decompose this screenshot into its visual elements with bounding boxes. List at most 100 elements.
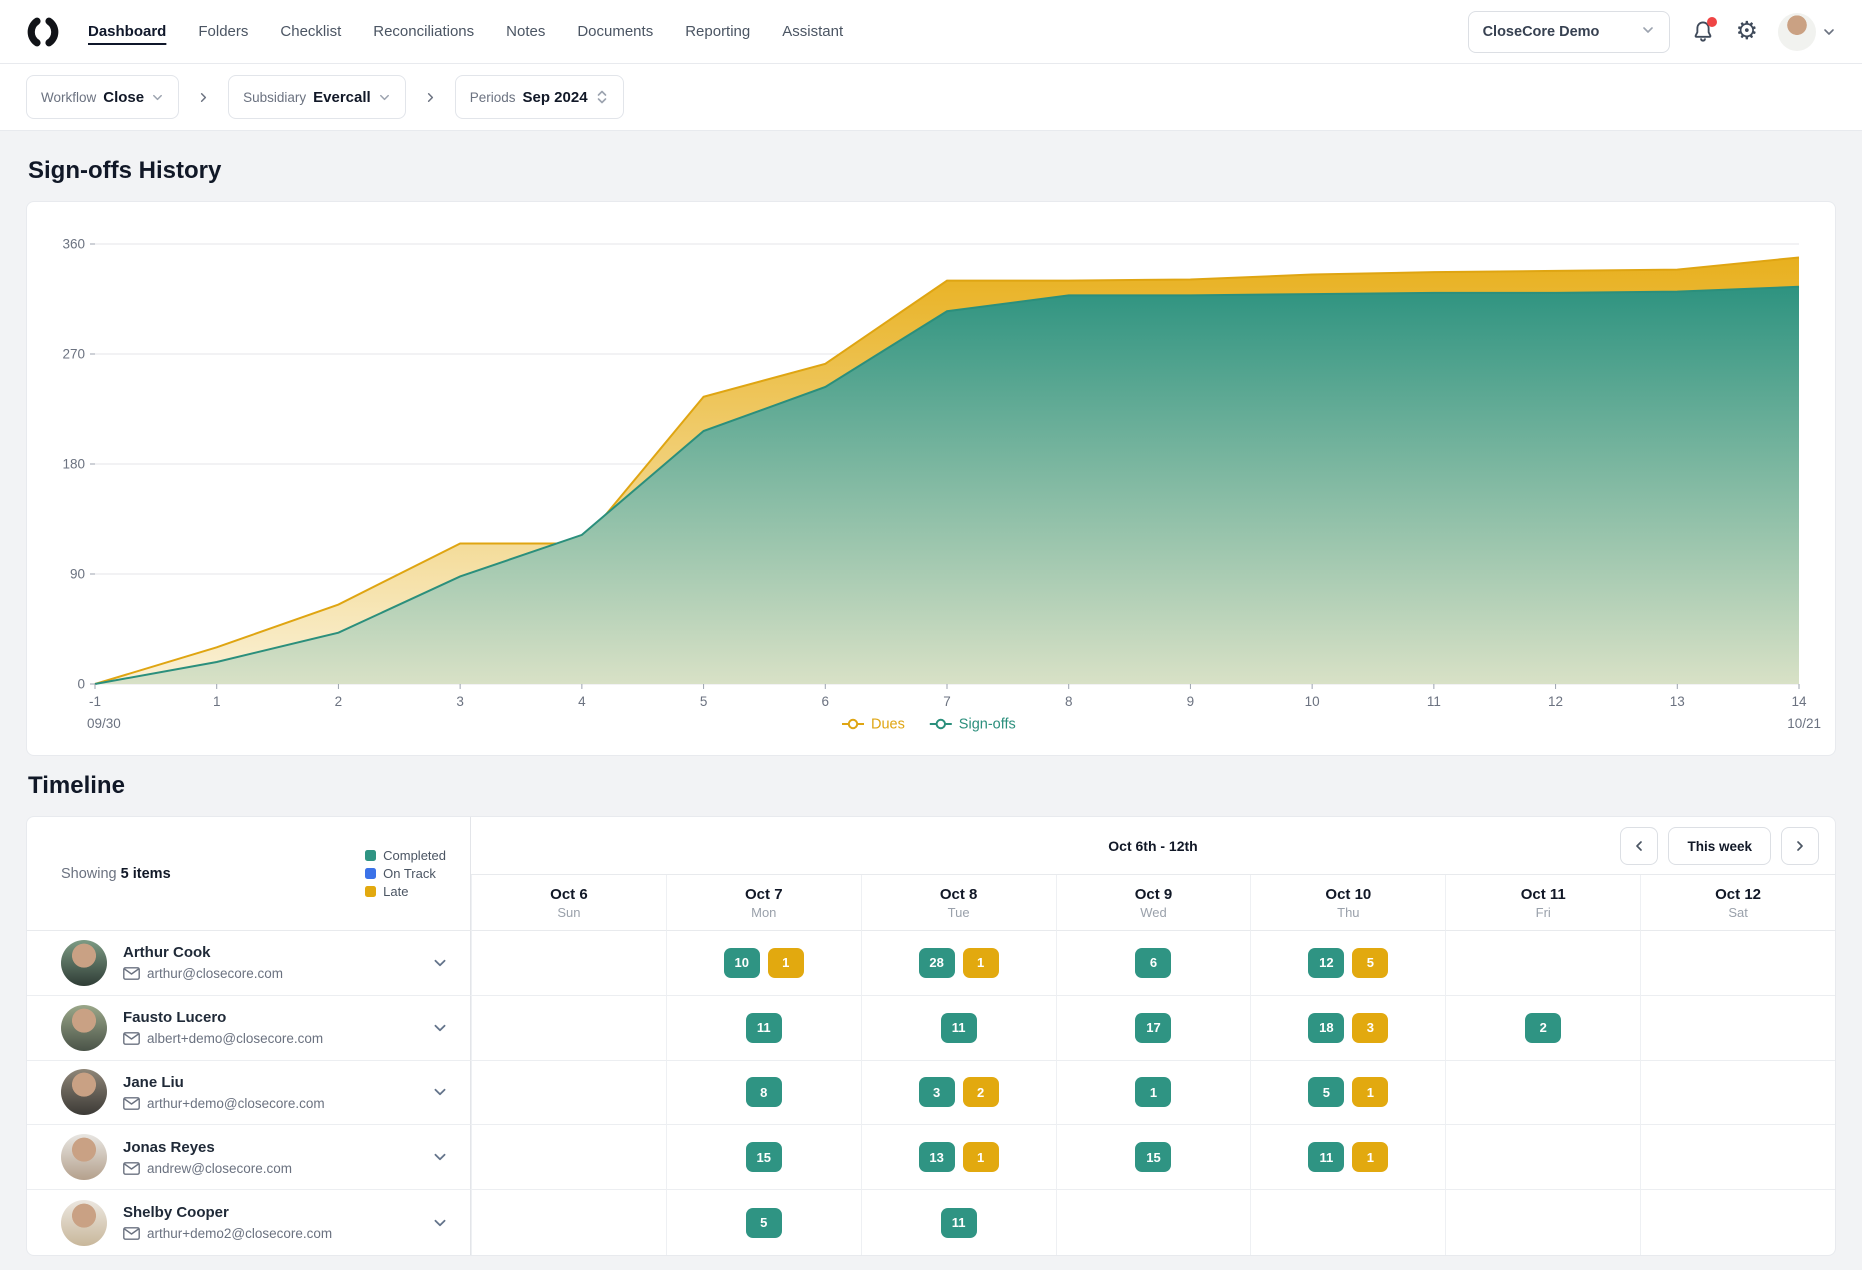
nav-item-reconciliations[interactable]: Reconciliations	[373, 23, 474, 40]
email-text: arthur+demo@closecore.com	[147, 1096, 325, 1111]
legend-item-completed: Completed	[365, 848, 446, 863]
completed-count-badge: 11	[1308, 1142, 1344, 1172]
email-text: arthur@closecore.com	[147, 966, 283, 981]
completed-count-badge: 13	[919, 1142, 955, 1172]
workflow-selector[interactable]: Workflow Close	[26, 75, 179, 119]
previous-week-button[interactable]	[1620, 827, 1658, 865]
expand-row-button[interactable]	[432, 955, 448, 971]
user-menu[interactable]	[1778, 13, 1836, 51]
mail-icon	[123, 1162, 140, 1175]
nav-item-checklist[interactable]: Checklist	[280, 23, 341, 40]
person-name: Shelby Cooper	[123, 1204, 332, 1221]
person-email: arthur+demo2@closecore.com	[123, 1226, 332, 1241]
person-name: Arthur Cook	[123, 944, 283, 961]
nav-item-assistant[interactable]: Assistant	[782, 23, 843, 40]
person-avatar	[61, 940, 107, 986]
gear-icon: ⚙	[1736, 19, 1758, 44]
timeline-cell	[1445, 931, 1640, 996]
svg-text:14: 14	[1791, 694, 1807, 709]
next-week-button[interactable]	[1781, 827, 1819, 865]
day-header-oct-11: Oct 11Fri	[1445, 875, 1640, 931]
timeline-cell: 183	[1250, 996, 1445, 1061]
timeline-cell	[1640, 996, 1835, 1061]
timeline-cell	[471, 931, 666, 996]
chevron-down-icon	[151, 91, 164, 104]
chart-legend-item[interactable]: Sign-offs	[930, 717, 1016, 733]
svg-text:4: 4	[578, 694, 586, 709]
mail-icon	[123, 1097, 140, 1110]
timeline-cell: 1	[1056, 1061, 1251, 1126]
timeline-cell: 8	[666, 1061, 861, 1126]
expand-row-button[interactable]	[432, 1020, 448, 1036]
svg-text:360: 360	[62, 237, 85, 252]
timeline-cell	[1640, 1190, 1835, 1255]
person-email: arthur+demo@closecore.com	[123, 1096, 325, 1111]
notifications-button[interactable]	[1690, 19, 1716, 45]
day-date: Oct 9	[1135, 886, 1173, 903]
this-week-button[interactable]: This week	[1668, 827, 1771, 865]
week-header: Oct 6th - 12th This week	[471, 817, 1835, 875]
subsidiary-selector[interactable]: Subsidiary Evercall	[228, 75, 406, 119]
day-of-week: Sun	[557, 905, 580, 920]
completed-count-badge: 5	[1308, 1077, 1344, 1107]
notification-dot	[1707, 17, 1717, 27]
expand-row-button[interactable]	[432, 1084, 448, 1100]
chevron-left-icon	[1632, 839, 1646, 853]
showing-count: 5 items	[121, 866, 171, 882]
nav-item-folders[interactable]: Folders	[198, 23, 248, 40]
svg-text:1: 1	[213, 694, 221, 709]
late-count-badge: 1	[963, 948, 999, 978]
svg-text:Dues: Dues	[871, 717, 905, 733]
status-legend: CompletedOn TrackLate	[365, 848, 446, 899]
completed-count-badge: 3	[919, 1077, 955, 1107]
day-date: Oct 7	[745, 886, 783, 903]
svg-text:-1: -1	[89, 694, 101, 709]
stepper-updown-icon	[595, 88, 609, 106]
nav-item-documents[interactable]: Documents	[577, 23, 653, 40]
day-of-week: Thu	[1337, 905, 1359, 920]
nav-item-reporting[interactable]: Reporting	[685, 23, 750, 40]
expand-row-button[interactable]	[432, 1215, 448, 1231]
timeline-cell: 11	[861, 996, 1056, 1061]
mail-icon	[123, 1227, 140, 1240]
workspace-selector[interactable]: CloseCore Demo	[1468, 11, 1670, 53]
periods-selector[interactable]: Periods Sep 2024	[455, 75, 624, 119]
timeline-cell	[471, 1190, 666, 1255]
settings-button[interactable]: ⚙	[1736, 19, 1758, 44]
expand-row-button[interactable]	[432, 1149, 448, 1165]
mail-icon	[123, 967, 140, 980]
completed-count-badge: 11	[746, 1013, 782, 1043]
late-count-badge: 2	[963, 1077, 999, 1107]
timeline-title: Timeline	[28, 772, 1836, 800]
periods-label: Periods	[470, 90, 516, 105]
chevron-down-icon	[1822, 25, 1836, 39]
timeline-cell	[1445, 1125, 1640, 1190]
email-text: andrew@closecore.com	[147, 1161, 292, 1176]
signoffs-history-title: Sign-offs History	[28, 157, 1836, 185]
svg-text:7: 7	[943, 694, 951, 709]
timeline-cell	[471, 996, 666, 1061]
top-navigation: Dashboard Folders Checklist Reconciliations…	[0, 0, 1862, 64]
timeline-grid: Showing 5 items CompletedOn TrackLate Oc…	[27, 817, 1835, 1255]
timeline-cell: 15	[666, 1125, 861, 1190]
svg-text:270: 270	[62, 347, 85, 362]
completed-count-badge: 28	[919, 948, 955, 978]
svg-text:0: 0	[77, 677, 85, 692]
late-count-badge: 5	[1352, 948, 1388, 978]
app-logo-icon[interactable]	[26, 15, 60, 49]
chevron-down-icon	[432, 1084, 448, 1100]
week-range-label: Oct 6th - 12th	[1108, 838, 1197, 854]
workspace-name: CloseCore Demo	[1483, 24, 1600, 40]
chevron-down-icon	[1641, 23, 1655, 41]
nav-item-notes[interactable]: Notes	[506, 23, 545, 40]
day-date: Oct 11	[1521, 886, 1566, 903]
timeline-left-panel: Showing 5 items CompletedOn TrackLate	[27, 817, 471, 931]
timeline-cell	[1640, 931, 1835, 996]
day-date: Oct 6	[550, 886, 588, 903]
svg-text:10: 10	[1305, 694, 1320, 709]
nav-item-dashboard[interactable]: Dashboard	[88, 23, 166, 40]
signoffs-area-chart: 090180270360-1123456789101112131409/3010…	[43, 220, 1829, 742]
chart-legend-item[interactable]: Dues	[842, 717, 905, 733]
completed-count-badge: 15	[1135, 1142, 1171, 1172]
person-avatar	[61, 1005, 107, 1051]
